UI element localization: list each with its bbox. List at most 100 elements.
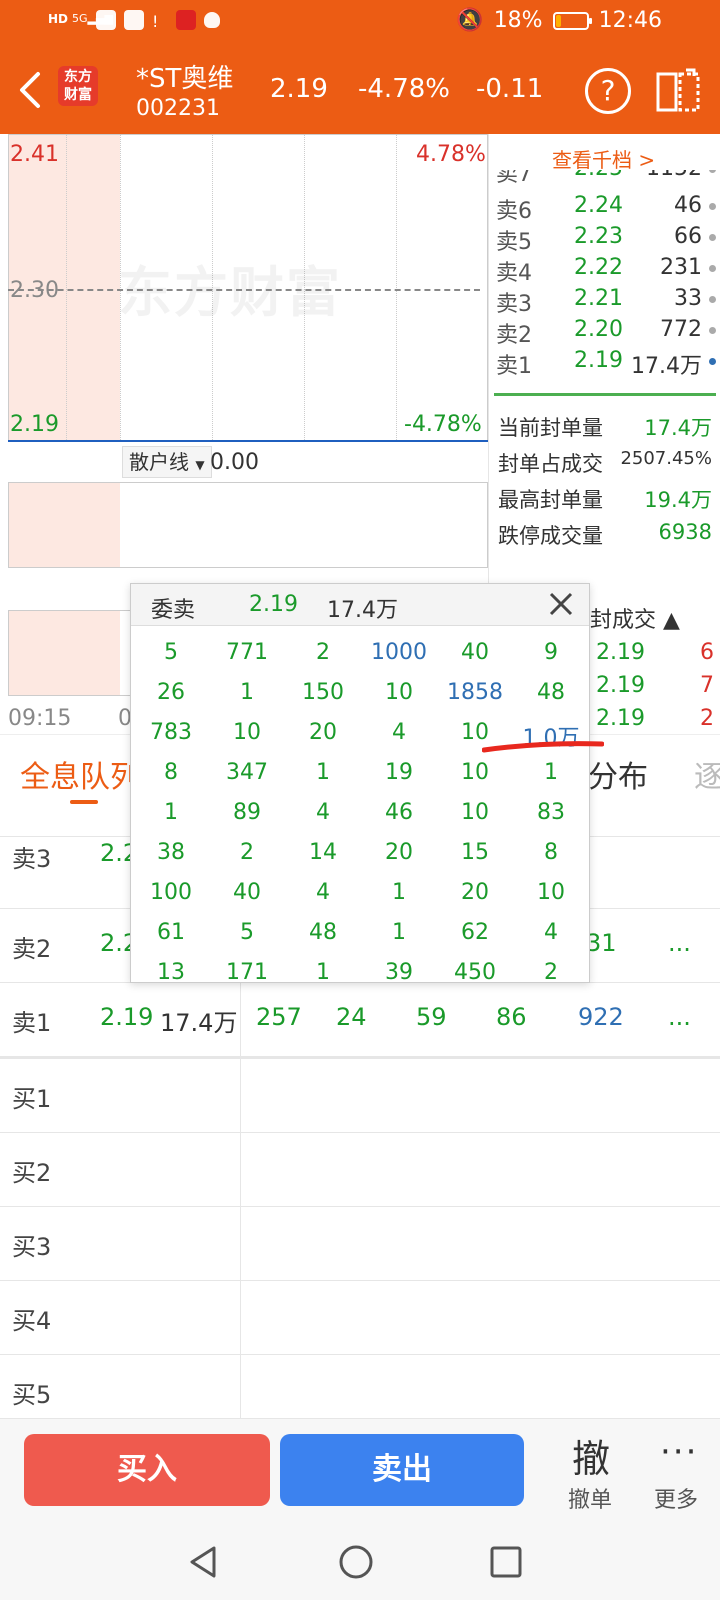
- queue-row[interactable]: 买1: [0, 1058, 720, 1132]
- clock: 12:46: [598, 8, 662, 33]
- queue-row[interactable]: 卖1 2.19 17.4万 257 24 59 86 922...: [0, 982, 720, 1056]
- ask-level-volume: 46: [674, 193, 702, 218]
- target-app-icon: [176, 10, 196, 30]
- order-dot-icon: [709, 358, 716, 365]
- popup-order-cell: 150: [302, 680, 344, 705]
- queue-order-cell: 922: [578, 1003, 624, 1031]
- trades-header[interactable]: 封成交 ▲: [590, 602, 680, 634]
- popup-order-cell: 39: [385, 960, 413, 983]
- queue-row[interactable]: 买5: [0, 1354, 720, 1428]
- queue-row[interactable]: 买2: [0, 1132, 720, 1206]
- ask-level-price: 2.19: [574, 348, 623, 373]
- tab-full-queue[interactable]: 全息队列: [20, 752, 140, 796]
- nav-recents-icon[interactable]: [486, 1542, 526, 1582]
- popup-title: 委卖: [151, 598, 196, 623]
- cancel-order-icon[interactable]: 撤: [572, 1428, 610, 1483]
- seal-stat-value: 17.4万: [644, 416, 712, 440]
- popup-order-cell: 48: [537, 680, 565, 705]
- popup-order-cell: 14: [309, 840, 337, 865]
- ask-level-row[interactable]: 卖5 2.23 66: [496, 224, 718, 255]
- popup-order-cell: 61: [157, 920, 185, 945]
- seal-stat-value: 6938: [658, 520, 712, 544]
- stock-code: 002231: [136, 96, 220, 121]
- popup-order-cell: 10: [461, 760, 489, 785]
- hd-icon: HD: [48, 12, 69, 26]
- popup-order-cell: 1858: [447, 680, 503, 705]
- order-dot-icon: [709, 234, 716, 241]
- queue-order-cell: 257: [256, 1003, 302, 1031]
- popup-order-cell: 1: [164, 800, 178, 825]
- nav-back-icon[interactable]: [184, 1542, 224, 1582]
- ask-level-price: 2.23: [574, 224, 623, 249]
- ask-queue-popup[interactable]: 委卖 2.19 17.4万 5 771 2 1000 40 9 26 1 150 10 1858 48…: [130, 583, 590, 983]
- change-amount: -0.11: [476, 74, 544, 104]
- cancel-order-button[interactable]: 撤单: [568, 1482, 612, 1514]
- battery-fill: [555, 14, 561, 27]
- y-axis-mid: 2.30: [10, 278, 59, 303]
- popup-header: 委卖 2.19 17.4万: [131, 584, 589, 626]
- ask-level-label: 卖1: [496, 354, 532, 379]
- trade-volume: 2: [700, 706, 714, 731]
- popup-order-cell: 38: [157, 840, 185, 865]
- chart-gridline: [66, 134, 67, 442]
- more-icon[interactable]: ···: [660, 1432, 698, 1472]
- popup-order-cell: 9: [544, 640, 558, 665]
- bank-app-icon: [96, 10, 116, 30]
- queue-level-label: 买1: [12, 1085, 52, 1113]
- queue-row[interactable]: 买4: [0, 1280, 720, 1354]
- status-bar: HD 5G▂▄▆ ! 🔕 18% 12:46: [0, 0, 720, 46]
- ask-level-row[interactable]: 卖1 2.19 17.4万: [496, 348, 718, 379]
- price-line: [8, 440, 488, 442]
- close-icon[interactable]: [545, 588, 577, 620]
- chart-watermark: 东方财富: [118, 261, 342, 324]
- ask-level-row[interactable]: 卖6 2.24 46: [496, 193, 718, 224]
- popup-order-cell: 46: [385, 800, 413, 825]
- queue-row[interactable]: 买3: [0, 1206, 720, 1280]
- popup-order-cell: 2: [316, 640, 330, 665]
- signal-5g-icon: 5G▂▄▆: [72, 12, 113, 25]
- popup-order-cell: 10: [537, 880, 565, 905]
- queue-order-cell: 24: [336, 1003, 367, 1031]
- change-percent: -4.78%: [358, 74, 450, 104]
- back-arrow-icon[interactable]: [16, 70, 44, 110]
- popup-order-cell: 48: [309, 920, 337, 945]
- queue-level-price: 2.19: [100, 1003, 154, 1031]
- popup-order-cell: 771: [226, 640, 268, 665]
- popup-order-cell: 2: [544, 960, 558, 983]
- popup-order-cell: 100: [150, 880, 192, 905]
- queue-order-cell: ...: [668, 929, 691, 957]
- more-button[interactable]: 更多: [654, 1482, 698, 1514]
- pct-axis-low: -4.78%: [404, 412, 482, 437]
- indicator-chart[interactable]: [8, 482, 488, 568]
- indicator-select[interactable]: 散户线 ▼: [122, 446, 212, 478]
- view-full-depth-link[interactable]: 查看千档 >: [552, 144, 655, 173]
- ask-level-row[interactable]: 卖3 2.21 33: [496, 286, 718, 317]
- prev-close-line: [8, 289, 480, 291]
- queue-level-volume: 17.4万: [160, 1009, 238, 1037]
- y-axis-low: 2.19: [10, 412, 59, 437]
- nav-home-icon[interactable]: [336, 1542, 376, 1582]
- current-price: 2.19: [270, 74, 328, 104]
- buy-button[interactable]: 买入: [24, 1434, 270, 1506]
- tab-tick-by-tick[interactable]: 逐: [694, 752, 720, 796]
- stock-header: 东方 财富 *ST奥维 002231 2.19 -4.78% -0.11 ?: [0, 46, 720, 134]
- tab-distribution[interactable]: 分布: [588, 752, 648, 796]
- ask-level-row[interactable]: 卖4 2.22 231: [496, 255, 718, 286]
- popup-order-cell: 20: [385, 840, 413, 865]
- popup-order-cell: 19: [385, 760, 413, 785]
- mail-app-icon: [124, 10, 144, 30]
- popup-order-cell: 171: [226, 960, 268, 983]
- ask-level-volume: 231: [660, 255, 702, 280]
- indicator-select-label: 散户线: [129, 450, 189, 474]
- popup-order-cell: 1000: [371, 640, 427, 665]
- help-button[interactable]: ?: [585, 68, 631, 114]
- popup-order-cell: 1: [240, 680, 254, 705]
- order-dot-icon: [709, 265, 716, 272]
- sell-button[interactable]: 卖出: [280, 1434, 524, 1506]
- ask-level-volume: 17.4万: [631, 354, 702, 379]
- popup-order-cell: 1: [392, 920, 406, 945]
- ask-level-row[interactable]: 卖2 2.20 772: [496, 317, 718, 348]
- ask-level-price: 2.24: [574, 193, 623, 218]
- ask-level-price: 2.21: [574, 286, 623, 311]
- layout-switch-icon[interactable]: [656, 68, 702, 112]
